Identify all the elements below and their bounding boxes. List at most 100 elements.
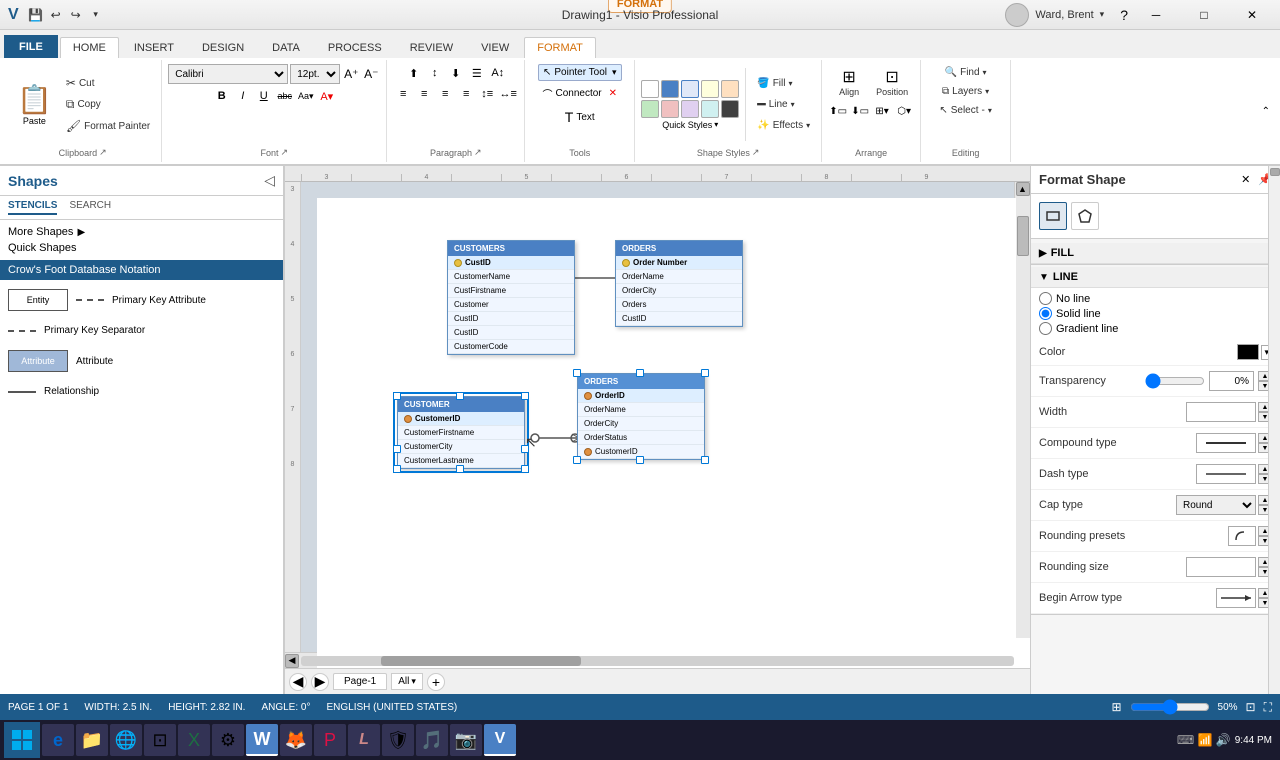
handle-br[interactable]	[521, 465, 529, 473]
orders-bottom-table[interactable]: Orders OrderID OrderName OrderCity Order…	[577, 373, 705, 460]
customers-table[interactable]: CUSTOMERS CustID CustomerName CustFirstn…	[447, 240, 575, 355]
search-tab[interactable]: SEARCH	[69, 200, 111, 215]
para-option-button[interactable]: ↔≡	[498, 85, 518, 103]
quick-shapes-item[interactable]: Quick Shapes	[8, 240, 275, 256]
line-button[interactable]: ━ Line ▾	[752, 93, 815, 116]
fit-page-icon[interactable]: ⊡	[1246, 700, 1256, 714]
line-dropdown-icon[interactable]: ▾	[791, 100, 795, 109]
help-icon[interactable]: ?	[1120, 7, 1128, 23]
scroll-left-button[interactable]: ◀	[285, 654, 299, 668]
format-painter-button[interactable]: 🖌 Format Painter	[61, 116, 155, 136]
fill-button[interactable]: 🪣 Fill ▾	[752, 75, 815, 92]
select-button[interactable]: ↖ Select - ▾	[934, 102, 997, 119]
stencils-tab[interactable]: STENCILS	[8, 200, 57, 215]
taskbar-security-button[interactable]: 🛡	[382, 724, 414, 756]
taskbar-firefox-button[interactable]: 🦊	[280, 724, 312, 756]
tab-file[interactable]: FILE	[4, 35, 58, 58]
para-expand-icon[interactable]: ↗	[474, 147, 482, 158]
align-middle-button[interactable]: ↕	[425, 64, 445, 82]
page-1-tab[interactable]: Page-1	[333, 673, 387, 690]
transparency-slider[interactable]	[1145, 373, 1205, 389]
cut-button[interactable]: ✂ Cut	[61, 73, 155, 93]
no-line-radio-input[interactable]	[1039, 292, 1052, 305]
width-input[interactable]: 0.5 pt	[1186, 402, 1256, 422]
qs-item-7[interactable]	[661, 100, 679, 118]
taskbar-clock[interactable]: 9:44 PM	[1235, 735, 1272, 746]
undo-icon[interactable]: ↩	[47, 6, 65, 24]
qs-item-10[interactable]	[721, 100, 739, 118]
customer-bottom-table[interactable]: Customer CustomerID CustomerFirstname Cu…	[397, 396, 525, 469]
qs-item-1[interactable]	[641, 80, 659, 98]
change-shape-button[interactable]: ⬡▾	[894, 102, 914, 120]
shape-type-pentagon-button[interactable]	[1071, 202, 1099, 230]
qs-item-2[interactable]	[661, 80, 679, 98]
font-size-select[interactable]: 12pt.	[290, 64, 340, 84]
format-scroll-thumb[interactable]	[1270, 168, 1280, 176]
all-pages-dropdown[interactable]: All ▾	[391, 673, 423, 690]
h-scroll-thumb[interactable]	[381, 656, 581, 666]
taskbar-vm-button[interactable]: ⊡	[144, 724, 176, 756]
status-icon-1[interactable]: ⊞	[1111, 700, 1121, 714]
paste-button[interactable]: 📋 Paste	[10, 80, 59, 129]
handle-tr[interactable]	[521, 392, 529, 400]
handle-ml[interactable]	[393, 445, 401, 453]
taskbar-files-button[interactable]: 📁	[76, 724, 108, 756]
align-top-button[interactable]: ⬆	[404, 64, 424, 82]
scroll-up-button[interactable]: ▲	[1016, 182, 1030, 196]
qs-item-9[interactable]	[701, 100, 719, 118]
taskbar-media-button[interactable]: 🎵	[416, 724, 448, 756]
taskbar-word-button[interactable]: W	[246, 724, 278, 756]
begin-arrow-preview[interactable]	[1216, 588, 1256, 608]
pages-dropdown-icon[interactable]: ▾	[411, 676, 416, 687]
pk-separator-icon[interactable]	[76, 299, 104, 301]
decrease-indent-button[interactable]: A↕	[488, 64, 508, 82]
taskbar-ppt-button[interactable]: P	[314, 724, 346, 756]
cap-type-select[interactable]: Round Flat Square	[1176, 495, 1256, 515]
group-button[interactable]: ⊞▾	[872, 102, 892, 120]
maximize-button[interactable]: □	[1184, 1, 1224, 29]
shape-type-box-button[interactable]	[1039, 202, 1067, 230]
qs-item-6[interactable]	[641, 100, 659, 118]
bold-button[interactable]: B	[212, 87, 232, 105]
italic-button[interactable]: I	[233, 87, 253, 105]
taskbar-logo-button[interactable]: L	[348, 724, 380, 756]
position-button[interactable]: ⊡ Position	[871, 64, 913, 100]
relationship-shape-icon[interactable]	[8, 391, 36, 393]
gradient-line-radio[interactable]: Gradient line	[1039, 322, 1272, 335]
layers-dropdown-icon[interactable]: ▾	[985, 87, 989, 96]
user-dropdown-icon[interactable]: ▾	[1100, 9, 1105, 20]
tab-home[interactable]: HOME	[60, 37, 119, 58]
tab-insert[interactable]: INSERT	[121, 37, 187, 58]
fill-dropdown-icon[interactable]: ▾	[788, 79, 792, 88]
send-backward-button[interactable]: ⬇▭	[850, 102, 870, 120]
align-bottom-button[interactable]: ⬇	[446, 64, 466, 82]
find-dropdown-icon[interactable]: ▾	[983, 68, 987, 77]
grow-font-button[interactable]: A⁺	[342, 65, 360, 83]
orders-handle-bc[interactable]	[636, 456, 644, 464]
handle-tl[interactable]	[393, 392, 401, 400]
line-section-header[interactable]: ▼ LINE	[1031, 267, 1280, 288]
effects-dropdown-icon[interactable]: ▾	[806, 121, 810, 130]
qs-item-5[interactable]	[721, 80, 739, 98]
entity-shape-icon[interactable]: Entity	[8, 289, 68, 311]
orders-top-table[interactable]: ORDERS Order Number OrderName OrderCity …	[615, 240, 743, 327]
handle-bc[interactable]	[456, 465, 464, 473]
orders-handle-bl[interactable]	[573, 456, 581, 464]
minimize-button[interactable]: ─	[1136, 1, 1176, 29]
solid-line-radio-input[interactable]	[1039, 307, 1052, 320]
clipboard-expand-icon[interactable]: ↗	[99, 147, 107, 158]
quick-styles-button[interactable]: Quick Styles ▾	[662, 120, 718, 130]
effects-button[interactable]: ✨ Effects ▾	[752, 117, 815, 134]
align-center-button[interactable]: ≡	[414, 85, 434, 103]
tab-review[interactable]: REVIEW	[397, 37, 466, 58]
align-left-button[interactable]: ≡	[393, 85, 413, 103]
gradient-line-radio-input[interactable]	[1039, 322, 1052, 335]
bring-forward-button[interactable]: ⬆▭	[828, 102, 848, 120]
format-close-icon[interactable]: ✕	[1241, 173, 1250, 186]
page-prev-button[interactable]: ◀	[289, 673, 307, 691]
text-button[interactable]: T Text	[560, 106, 600, 128]
shape-styles-expand-icon[interactable]: ↗	[752, 147, 760, 158]
user-area[interactable]: Ward, Brent ▾	[1005, 3, 1104, 27]
taskbar-visio-button[interactable]: V	[484, 724, 516, 756]
tab-process[interactable]: PROCESS	[315, 37, 395, 58]
